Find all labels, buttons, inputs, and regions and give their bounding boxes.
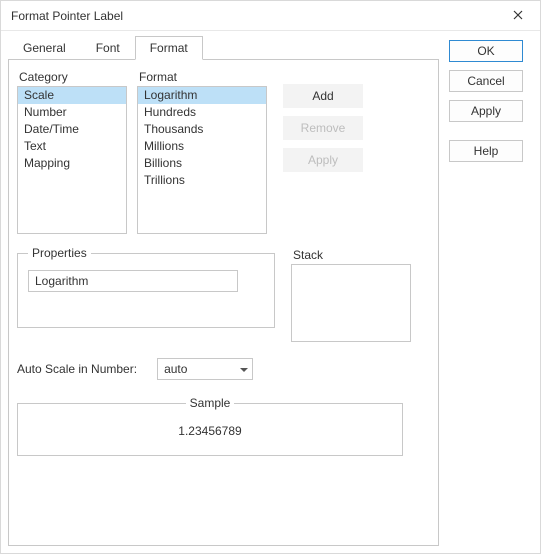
auto-scale-combo[interactable]: auto [157, 358, 253, 380]
top-row: Category Scale Number Date/Time Text Map… [17, 68, 430, 234]
auto-scale-label: Auto Scale in Number: [17, 362, 137, 376]
dialog-button-column: OK Cancel Apply Help [439, 36, 533, 546]
sample-value: 1.23456789 [178, 424, 241, 438]
properties-fieldset: Properties Logarithm [17, 246, 275, 328]
auto-scale-row: Auto Scale in Number: auto [17, 358, 430, 380]
window-title: Format Pointer Label [11, 9, 496, 23]
help-button[interactable]: Help [449, 140, 523, 162]
remove-button[interactable]: Remove [283, 116, 363, 140]
tab-format[interactable]: Format [135, 36, 203, 60]
category-listbox[interactable]: Scale Number Date/Time Text Mapping [17, 86, 127, 234]
category-panel: Category Scale Number Date/Time Text Map… [17, 68, 127, 234]
list-item[interactable]: Trillions [138, 172, 266, 189]
list-item[interactable]: Scale [18, 87, 126, 104]
list-item[interactable]: Text [18, 138, 126, 155]
list-item[interactable]: Billions [138, 155, 266, 172]
close-icon [513, 9, 523, 23]
action-column: Add Remove Apply [277, 68, 430, 234]
apply-button[interactable]: Apply [449, 100, 523, 122]
apply-inner-button[interactable]: Apply [283, 148, 363, 172]
list-item[interactable]: Millions [138, 138, 266, 155]
format-label: Format [139, 70, 267, 84]
left-column: General Font Format Category Scale Numbe… [8, 36, 439, 546]
properties-input[interactable]: Logarithm [28, 270, 238, 292]
category-label: Category [19, 70, 127, 84]
stack-label: Stack [293, 248, 411, 262]
list-item[interactable]: Thousands [138, 121, 266, 138]
tab-content-format: Category Scale Number Date/Time Text Map… [8, 60, 439, 546]
auto-scale-value: auto [164, 362, 187, 376]
stack-listbox[interactable] [291, 264, 411, 342]
tabstrip: General Font Format [8, 36, 439, 60]
chevron-down-icon [240, 362, 248, 376]
window-close-button[interactable] [496, 1, 540, 31]
mid-row: Properties Logarithm Stack [17, 246, 430, 342]
format-listbox[interactable]: Logarithm Hundreds Thousands Millions Bi… [137, 86, 267, 234]
sample-fieldset: Sample 1.23456789 [17, 396, 403, 456]
format-panel: Format Logarithm Hundreds Thousands Mill… [137, 68, 267, 234]
sample-legend: Sample [186, 396, 235, 410]
ok-button[interactable]: OK [449, 40, 523, 62]
cancel-button[interactable]: Cancel [449, 70, 523, 92]
list-item[interactable]: Hundreds [138, 104, 266, 121]
list-item[interactable]: Number [18, 104, 126, 121]
properties-legend: Properties [28, 246, 91, 260]
list-item[interactable]: Logarithm [138, 87, 266, 104]
titlebar: Format Pointer Label [1, 1, 540, 31]
tab-font[interactable]: Font [81, 36, 135, 60]
dialog-body: General Font Format Category Scale Numbe… [0, 30, 541, 554]
list-item[interactable]: Mapping [18, 155, 126, 172]
list-item[interactable]: Date/Time [18, 121, 126, 138]
tab-general[interactable]: General [8, 36, 81, 60]
add-button[interactable]: Add [283, 84, 363, 108]
stack-panel: Stack [291, 246, 411, 342]
